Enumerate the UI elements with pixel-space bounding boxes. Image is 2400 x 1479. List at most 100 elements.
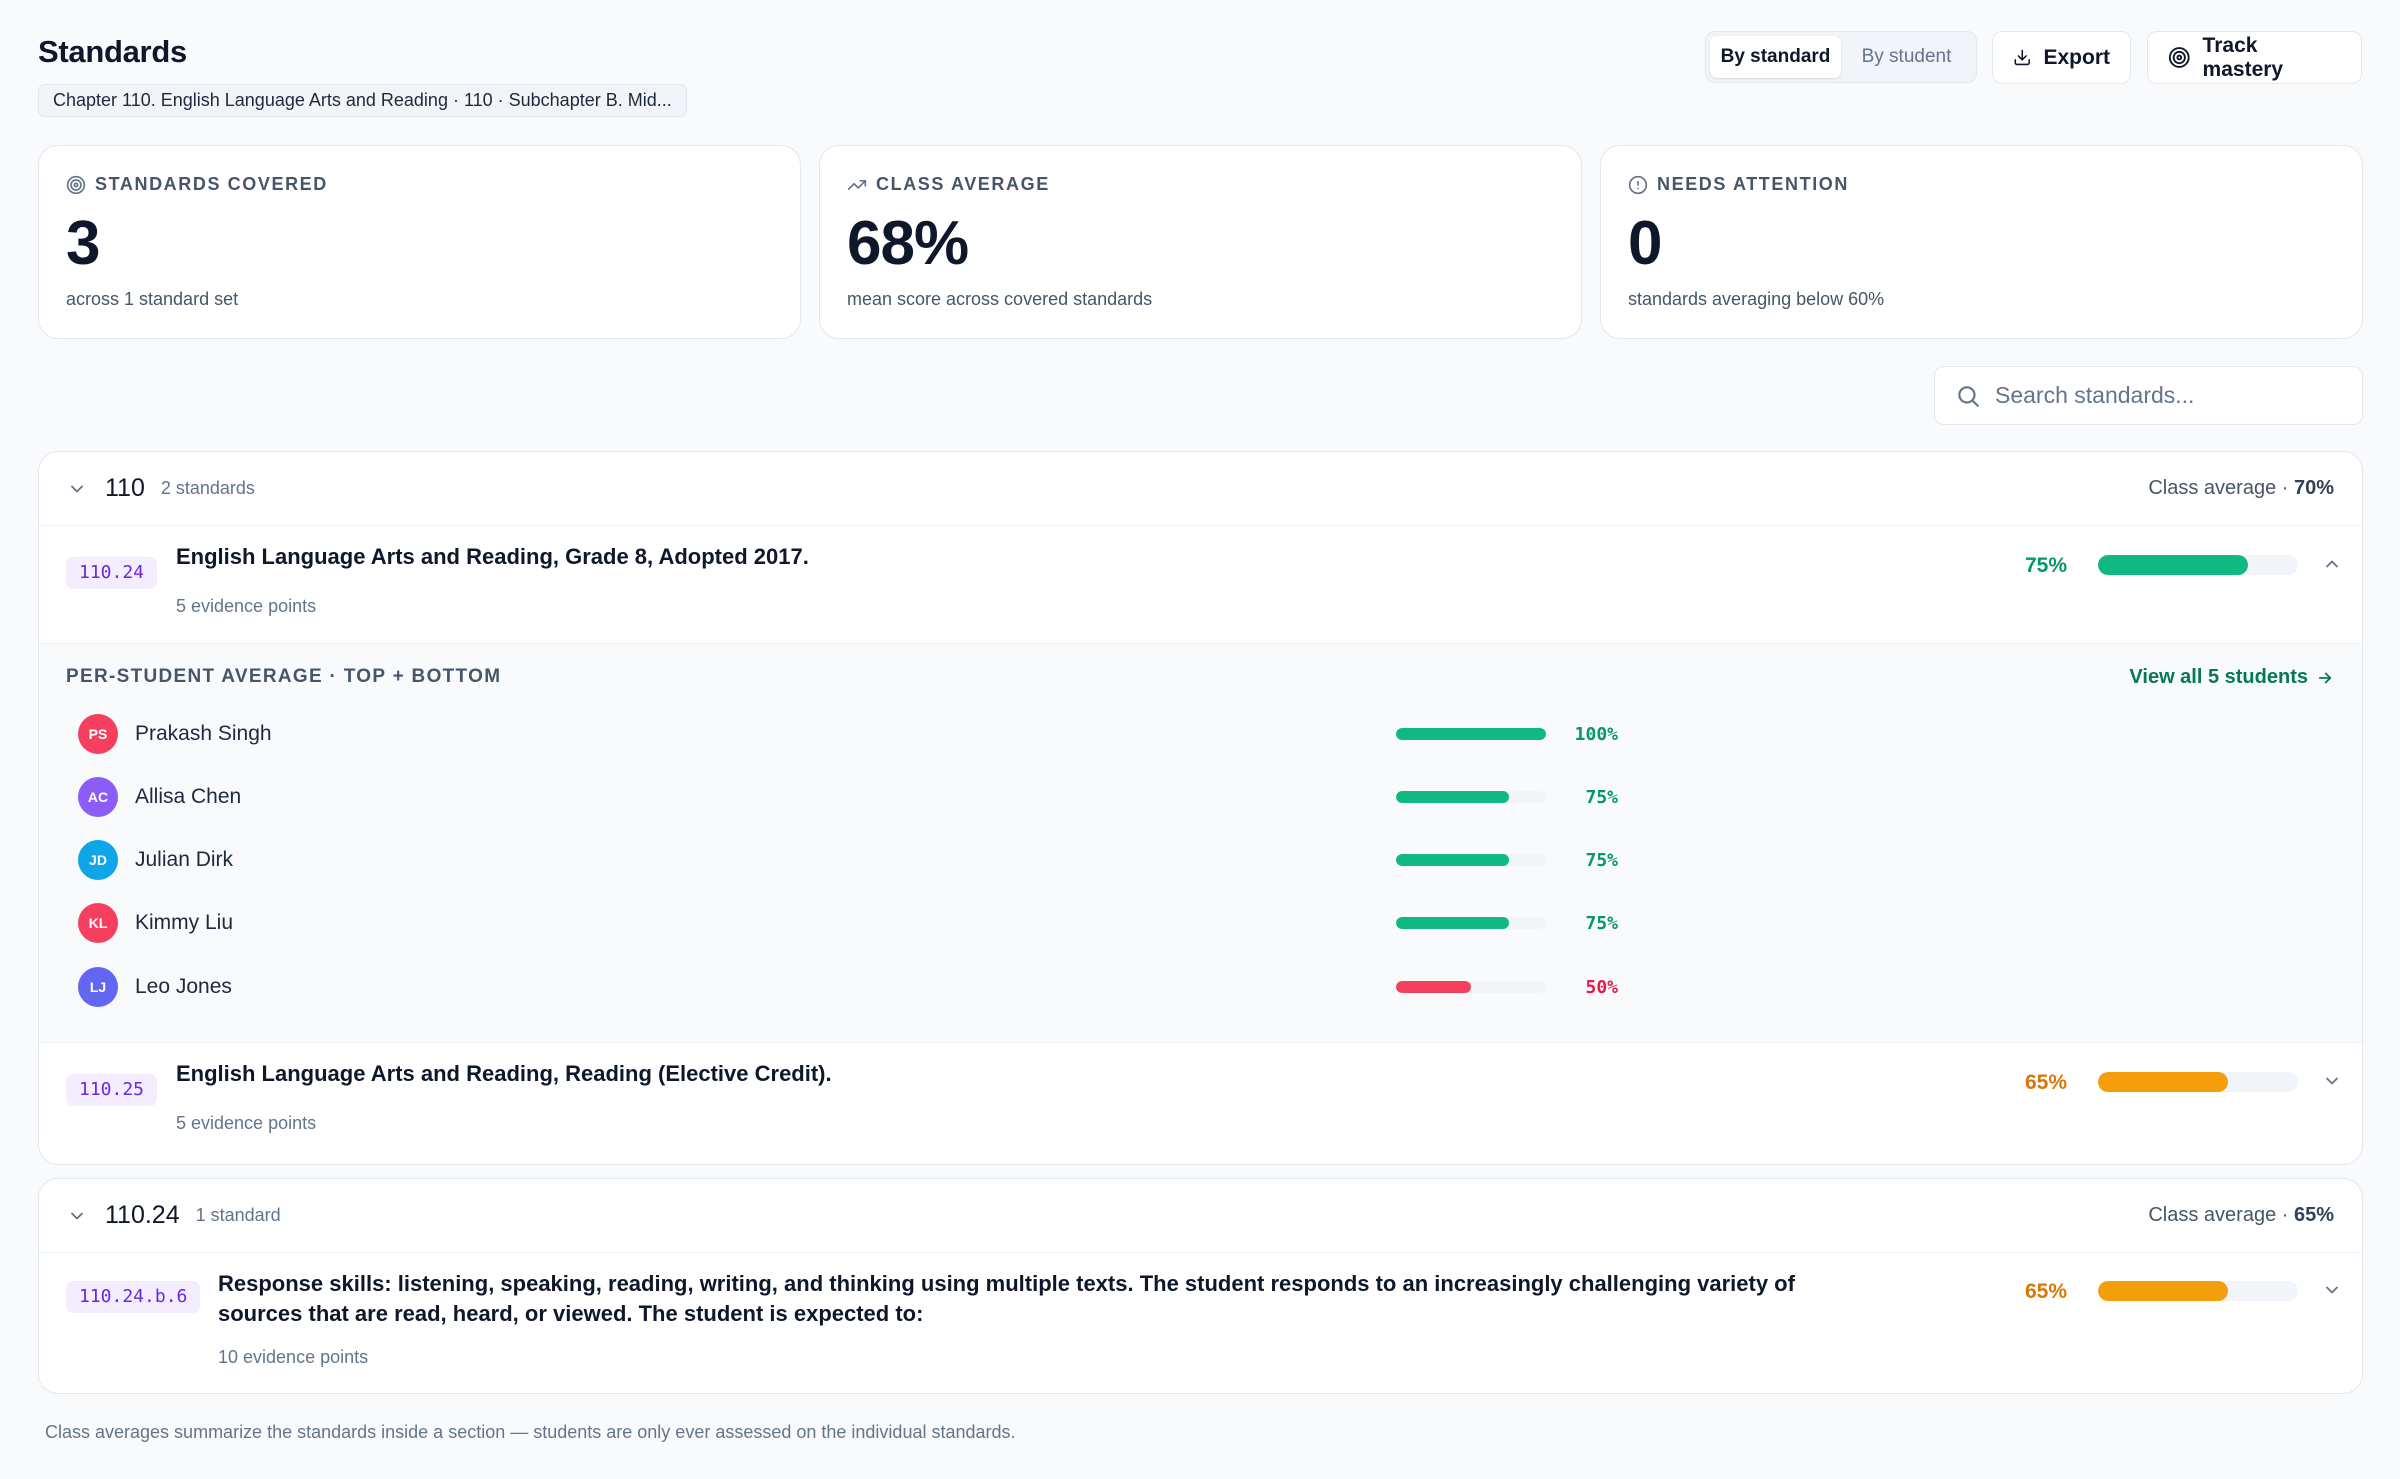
section-110: 110 2 standards Class average · 70% 110.…: [38, 451, 2363, 1165]
section-110-24: 110.24 1 standard Class average · 65% 11…: [38, 1178, 2363, 1394]
section-count: 2 standards: [160, 478, 255, 498]
stat-value: 3: [66, 209, 100, 278]
chevron-down-icon[interactable]: [2322, 1280, 2342, 1300]
standard-title: English Language Arts and Reading, Readi…: [176, 1061, 832, 1086]
avatar: LJ: [78, 967, 118, 1007]
student-row[interactable]: JD Julian Dirk 75%: [78, 840, 2338, 880]
student-progress-fill: [1396, 854, 1509, 866]
progress-bar: [2098, 555, 2298, 575]
track-mastery-label: Track mastery: [2202, 33, 2284, 81]
target-icon: [2168, 47, 2190, 68]
toggle-by-student[interactable]: By student: [1841, 36, 1972, 78]
stat-label: NEEDS ATTENTION: [1657, 174, 1850, 194]
search-icon: [1958, 385, 1979, 407]
track-mastery-button[interactable]: Track mastery: [2147, 31, 2362, 84]
per-student-heading: PER-STUDENT AVERAGE · TOP + BOTTOM: [66, 666, 502, 687]
search-input[interactable]: [1995, 382, 2335, 409]
section-class-average: Class average · 65%: [2148, 1204, 2334, 1227]
student-score: 100%: [1574, 724, 1618, 745]
progress-bar: [2098, 1281, 2298, 1301]
stat-value: 68%: [847, 209, 969, 278]
section-header[interactable]: 110 2 standards Class average · 70%: [39, 452, 2362, 526]
standard-row[interactable]: 110.24.b.6 Response skills: listening, s…: [39, 1253, 2362, 1393]
stat-subtext: standards averaging below 60%: [1628, 289, 1885, 309]
toggle-by-standard[interactable]: By standard: [1710, 36, 1841, 78]
view-all-students-link[interactable]: View all 5 students: [2129, 666, 2334, 689]
student-progress-fill: [1396, 981, 1471, 993]
student-row[interactable]: LJ Leo Jones 50%: [78, 967, 2338, 1007]
student-progress-bar: [1396, 917, 1546, 929]
student-row[interactable]: AC Allisa Chen 75%: [78, 777, 2338, 817]
student-progress-bar: [1396, 854, 1546, 866]
chevron-down-icon[interactable]: [2322, 1071, 2342, 1091]
student-score: 75%: [1585, 913, 1618, 934]
student-score: 75%: [1585, 787, 1618, 808]
student-progress-fill: [1396, 791, 1509, 803]
student-name: Julian Dirk: [135, 848, 234, 871]
section-header[interactable]: 110.24 1 standard Class average · 65%: [39, 1179, 2362, 1253]
chevron-up-icon[interactable]: [2322, 554, 2342, 574]
avatar: PS: [78, 714, 118, 754]
student-name: Leo Jones: [135, 975, 232, 998]
target-icon: [66, 175, 86, 194]
standard-code: 110.24.b.6: [66, 1281, 201, 1313]
section-title: 110.24: [105, 1201, 180, 1229]
standard-score: 75%: [2024, 554, 2067, 577]
stat-subtext: mean score across covered standards: [847, 289, 1153, 309]
view-toggle: By standard By student: [1705, 31, 1977, 83]
page-title: Standards: [38, 34, 187, 69]
student-progress-fill: [1396, 917, 1509, 929]
evidence-count: 10 evidence points: [218, 1347, 369, 1367]
standard-title: Response skills: listening, speaking, re…: [218, 1271, 1795, 1326]
stat-label: CLASS AVERAGE: [876, 174, 1050, 194]
evidence-count: 5 evidence points: [176, 596, 317, 616]
arrow-right-icon: [2318, 672, 2332, 683]
footnote: Class averages summarize the standards i…: [45, 1422, 1016, 1442]
student-progress-fill: [1396, 728, 1546, 740]
view-all-label: View all 5 students: [2129, 666, 2308, 688]
avatar: AC: [78, 777, 118, 817]
download-icon: [2014, 49, 2030, 66]
progress-fill: [2098, 1281, 2228, 1301]
student-name: Allisa Chen: [135, 785, 242, 808]
student-score: 75%: [1585, 850, 1618, 871]
class-average-label: Class average ·: [2148, 477, 2294, 499]
export-button[interactable]: Export: [1992, 31, 2131, 84]
standard-score: 65%: [2024, 1280, 2067, 1303]
standard-row[interactable]: 110.24 English Language Arts and Reading…: [39, 526, 2362, 644]
standard-code: 110.25: [66, 1074, 158, 1106]
avatar: KL: [78, 903, 118, 943]
student-row[interactable]: KL Kimmy Liu 75%: [78, 903, 2338, 943]
stat-card-needs-attention: NEEDS ATTENTION 0 standards averaging be…: [1600, 145, 2363, 339]
student-score: 50%: [1585, 977, 1618, 998]
standard-title: English Language Arts and Reading, Grade…: [176, 544, 809, 569]
chevron-down-icon[interactable]: [67, 479, 87, 499]
stat-subtext: across 1 standard set: [66, 289, 239, 309]
student-row[interactable]: PS Prakash Singh 100%: [78, 714, 2338, 754]
student-progress-bar: [1396, 728, 1546, 740]
chevron-down-icon[interactable]: [67, 1206, 87, 1226]
stat-card-standards-covered: STANDARDS COVERED 3 across 1 standard se…: [38, 145, 801, 339]
section-count: 1 standard: [195, 1205, 281, 1225]
per-student-panel: PER-STUDENT AVERAGE · TOP + BOTTOM View …: [39, 644, 2362, 1043]
class-average-label: Class average ·: [2148, 1204, 2294, 1226]
stat-label: STANDARDS COVERED: [95, 174, 328, 194]
student-name: Prakash Singh: [135, 722, 272, 745]
progress-fill: [2098, 555, 2248, 575]
progress-bar: [2098, 1072, 2298, 1092]
student-progress-bar: [1396, 981, 1546, 993]
class-average-value: 65%: [2293, 1204, 2334, 1226]
alert-circle-icon: [1628, 175, 1648, 194]
evidence-count: 5 evidence points: [176, 1113, 317, 1133]
standard-score: 65%: [2024, 1071, 2067, 1094]
stat-value: 0: [1628, 209, 1662, 278]
avatar: JD: [78, 840, 118, 880]
standard-row[interactable]: 110.25 English Language Arts and Reading…: [39, 1043, 2362, 1161]
breadcrumb[interactable]: Chapter 110. English Language Arts and R…: [38, 84, 687, 117]
class-average-value: 70%: [2293, 477, 2334, 499]
student-name: Kimmy Liu: [135, 911, 234, 934]
section-class-average: Class average · 70%: [2148, 477, 2334, 500]
search-box: [1934, 366, 2363, 425]
stat-card-class-average: CLASS AVERAGE 68% mean score across cove…: [819, 145, 1582, 339]
progress-fill: [2098, 1072, 2228, 1092]
